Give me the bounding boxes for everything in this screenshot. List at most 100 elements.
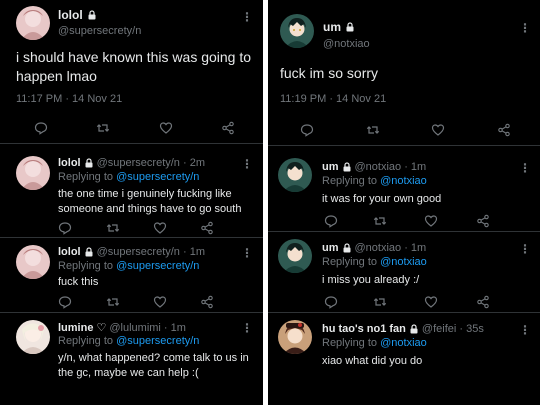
reply-header: um @notxiao · 1m (322, 242, 426, 254)
author-name: hu tao's no1 fan (322, 323, 406, 335)
avatar[interactable] (16, 245, 50, 279)
like-icon[interactable] (424, 295, 438, 309)
author-handle: @feifei · 35s (421, 323, 484, 335)
like-icon[interactable] (159, 121, 173, 135)
share-icon[interactable] (221, 121, 235, 135)
author-handle: @notxiao · 1m (354, 242, 427, 254)
author-handle: @supersecrety/n (58, 25, 142, 37)
avatar[interactable] (278, 158, 312, 192)
mention-link[interactable]: @notxiao (380, 256, 427, 268)
tweet-text: i should have known this was going to ha… (16, 49, 252, 84)
avatar[interactable] (16, 156, 50, 190)
retweet-icon[interactable] (373, 214, 387, 228)
author-name: um (322, 242, 339, 254)
left-thread-panel: lolol @supersecrety/n ⋮ i should have kn… (0, 0, 263, 405)
reply-icon[interactable] (324, 214, 338, 228)
like-icon[interactable] (431, 123, 445, 137)
lock-icon (409, 324, 419, 334)
replying-to-label: Replying to (58, 171, 114, 183)
replying-to-label: Replying to (322, 337, 378, 349)
lock-icon (342, 162, 352, 172)
replying-to: Replying to @supersecrety/n (58, 260, 199, 272)
retweet-icon[interactable] (106, 295, 120, 309)
like-icon[interactable] (153, 221, 167, 235)
mention-link[interactable]: @notxiao (380, 337, 427, 349)
right-thread-panel: um @notxiao ⋮ fuck im so sorry 11:19 PM … (268, 0, 540, 405)
more-dots-icon[interactable]: ⋮ (241, 247, 253, 259)
reply-icon[interactable] (58, 221, 72, 235)
reply-icon[interactable] (34, 121, 48, 135)
author-name: lolol (58, 157, 81, 169)
more-dots-icon[interactable]: ⋮ (519, 324, 531, 336)
like-icon[interactable] (153, 295, 167, 309)
mention-link[interactable]: @supersecrety/n (116, 260, 199, 272)
tweet-timestamp: 11:17 PM · 14 Nov 21 (16, 93, 123, 105)
reply-header: lolol @supersecrety/n · 1m (58, 246, 205, 258)
share-icon[interactable] (200, 295, 214, 309)
mention-link[interactable]: @supersecrety/n (116, 335, 199, 347)
more-dots-icon[interactable]: ⋮ (241, 158, 253, 170)
tweet-text: fuck im so sorry (280, 65, 379, 81)
retweet-icon[interactable] (96, 121, 110, 135)
share-icon[interactable] (476, 214, 490, 228)
reply-icon[interactable] (300, 123, 314, 137)
tweet-text: y/n, what happened? come talk to us in t… (58, 352, 249, 379)
reply-header: lolol @supersecrety/n · 2m (58, 157, 205, 169)
author-handle: @notxiao (323, 38, 370, 50)
mention-link[interactable]: @supersecrety/n (116, 171, 199, 183)
author-name: lumine ♡ (58, 322, 107, 334)
reply-icon[interactable] (324, 295, 338, 309)
more-dots-icon[interactable]: ⋮ (241, 11, 253, 23)
lock-icon (87, 10, 97, 20)
tweet-timestamp: 11:19 PM · 14 Nov 21 (280, 93, 387, 105)
reply-tweet[interactable]: um @notxiao · 1m ⋮ Replying to @notxiao … (268, 233, 540, 313)
author-name-text: lolol (58, 8, 83, 22)
replying-to: Replying to @notxiao (322, 175, 427, 187)
share-icon[interactable] (200, 221, 214, 235)
avatar[interactable] (280, 14, 314, 48)
author-handle: @notxiao · 1m (354, 161, 427, 173)
author-name: lolol (58, 246, 81, 258)
replying-to: Replying to @supersecrety/n (58, 335, 199, 347)
reply-tweet[interactable]: hu tao's no1 fan @feifei · 35s ⋮ Replyin… (268, 314, 540, 405)
tweet-text: xiao what did you do (322, 355, 423, 367)
main-tweet[interactable]: lolol @supersecrety/n ⋮ i should have kn… (0, 0, 263, 144)
retweet-icon[interactable] (366, 123, 380, 137)
author-name: um (323, 20, 355, 34)
replying-to: Replying to @notxiao (322, 337, 427, 349)
retweet-icon[interactable] (373, 295, 387, 309)
author-handle: @supersecrety/n · 1m (96, 246, 205, 258)
tweet-text: the one time i genuinely fucking like so… (58, 188, 242, 215)
reply-tweet[interactable]: lolol @supersecrety/n · 2m ⋮ Replying to… (0, 150, 263, 238)
like-icon[interactable] (424, 214, 438, 228)
avatar[interactable] (16, 320, 50, 354)
author-name: um (322, 161, 339, 173)
author-name: lolol (58, 8, 97, 22)
lock-icon (84, 247, 94, 257)
more-dots-icon[interactable]: ⋮ (241, 322, 253, 334)
replying-to-label: Replying to (58, 335, 114, 347)
reply-header: lumine ♡ @lulumimi · 1m (58, 321, 186, 335)
lock-icon (342, 243, 352, 253)
share-icon[interactable] (497, 123, 511, 137)
replying-to: Replying to @notxiao (322, 256, 427, 268)
avatar[interactable] (16, 6, 50, 40)
avatar[interactable] (278, 239, 312, 273)
author-name-text: um (323, 20, 341, 34)
reply-icon[interactable] (58, 295, 72, 309)
lock-icon (345, 22, 355, 32)
replying-to-label: Replying to (322, 256, 378, 268)
reply-tweet[interactable]: lolol @supersecrety/n · 1m ⋮ Replying to… (0, 239, 263, 313)
share-icon[interactable] (476, 295, 490, 309)
retweet-icon[interactable] (106, 221, 120, 235)
main-tweet[interactable]: um @notxiao ⋮ fuck im so sorry 11:19 PM … (268, 0, 540, 146)
author-handle: @supersecrety/n · 2m (96, 157, 205, 169)
avatar[interactable] (278, 320, 312, 354)
reply-tweet[interactable]: lumine ♡ @lulumimi · 1m ⋮ Replying to @s… (0, 314, 263, 405)
more-dots-icon[interactable]: ⋮ (519, 243, 531, 255)
reply-tweet[interactable]: um @notxiao · 1m ⋮ Replying to @notxiao … (268, 152, 540, 232)
reply-header: um @notxiao · 1m (322, 161, 426, 173)
more-dots-icon[interactable]: ⋮ (519, 162, 531, 174)
more-dots-icon[interactable]: ⋮ (519, 22, 531, 34)
mention-link[interactable]: @notxiao (380, 175, 427, 187)
